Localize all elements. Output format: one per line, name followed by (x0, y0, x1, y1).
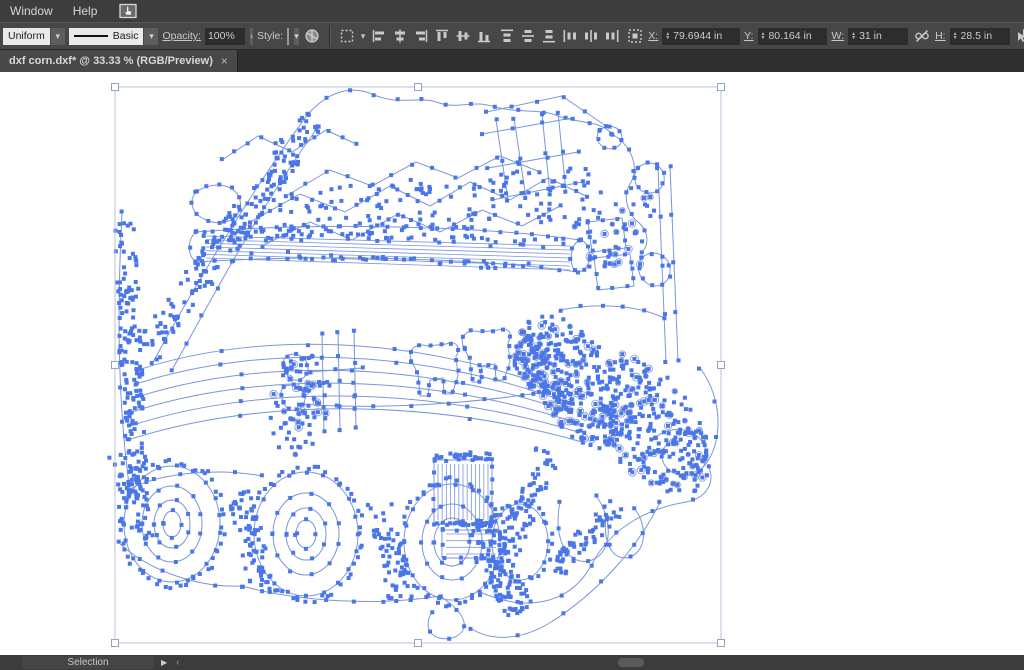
h-field[interactable]: ▲▼ (950, 28, 1010, 45)
selection-handle[interactable] (415, 84, 422, 91)
close-icon[interactable]: × (221, 54, 228, 68)
menu-item-help[interactable]: Help (63, 1, 108, 21)
document-tab-bar: dxf corn.dxf* @ 33.33 % (RGB/Preview) × (0, 50, 1024, 72)
canvas[interactable] (0, 72, 1024, 655)
link-broken-icon[interactable] (912, 27, 931, 46)
style-swatch[interactable] (287, 28, 289, 45)
align-left-icon[interactable] (369, 27, 388, 46)
separator (329, 26, 331, 46)
spinner-icon[interactable]: ▲▼ (665, 32, 670, 41)
control-bar: Uniform ▾ Basic ▾ Opacity: › Style: ▾ ▾ … (0, 22, 1024, 50)
align-v-center-icon[interactable] (453, 27, 472, 46)
spinner-icon[interactable]: ▲▼ (851, 32, 856, 41)
w-input[interactable] (859, 30, 905, 42)
artwork-svg[interactable] (0, 72, 1024, 655)
selection-handle[interactable] (112, 362, 119, 369)
h-input[interactable] (961, 30, 1007, 42)
x-label[interactable]: X: (648, 30, 658, 42)
y-field[interactable]: ▲▼ (758, 28, 828, 45)
w-label[interactable]: W: (831, 30, 844, 42)
selection-handle[interactable] (112, 84, 119, 91)
menu-item-window[interactable]: Window (0, 1, 63, 21)
align-bottom-icon[interactable] (474, 27, 493, 46)
variable-width-dropdown[interactable]: Uniform ▾ (3, 28, 65, 45)
align-h-center-icon[interactable] (390, 27, 409, 46)
stroke-style-value: Basic (113, 30, 139, 42)
selection-handle[interactable] (718, 640, 725, 647)
distribute-bottom-icon[interactable] (539, 27, 558, 46)
selection-handle[interactable] (112, 640, 119, 647)
w-field[interactable]: ▲▼ (848, 28, 908, 45)
selection-handle[interactable] (415, 640, 422, 647)
pointer-box-icon[interactable] (1014, 27, 1024, 46)
recolor-icon[interactable] (303, 27, 322, 46)
status-tool-label[interactable]: Selection (22, 656, 154, 669)
chevron-down-icon[interactable]: ▾ (361, 31, 366, 42)
horizontal-scrollbar-thumb[interactable] (618, 658, 644, 667)
distribute-top-icon[interactable] (497, 27, 516, 46)
variable-width-value[interactable]: Uniform (3, 28, 50, 45)
align-top-icon[interactable] (432, 27, 451, 46)
document-tab[interactable]: dxf corn.dxf* @ 33.33 % (RGB/Preview) × (0, 50, 238, 72)
h-label[interactable]: H: (935, 30, 946, 42)
y-label[interactable]: Y: (744, 30, 753, 42)
spinner-icon[interactable]: ▲▼ (953, 32, 958, 41)
stroke-style-dropdown[interactable]: Basic ▾ (69, 28, 159, 45)
spinner-icon[interactable]: ▲▼ (761, 32, 766, 41)
opacity-input[interactable] (208, 30, 242, 42)
status-bar: Selection ▶ ‹ (0, 655, 1024, 670)
distribute-left-icon[interactable] (560, 27, 579, 46)
x-field[interactable]: ▲▼ (662, 28, 740, 45)
opacity-field[interactable] (205, 28, 245, 45)
opacity-expand-icon[interactable]: › (250, 28, 253, 45)
align-right-icon[interactable] (411, 27, 430, 46)
selection-handle[interactable] (718, 84, 725, 91)
distribute-h-center-icon[interactable] (581, 27, 600, 46)
y-input[interactable] (768, 30, 824, 42)
stroke-preview (74, 35, 108, 37)
scrollbar-left-arrow-icon[interactable]: ‹ (176, 657, 179, 668)
chevron-down-icon[interactable]: ▾ (51, 28, 65, 45)
chevron-down-icon[interactable]: ▾ (294, 28, 299, 45)
menu-bar: Window Help (0, 0, 1024, 22)
align-to-selection-icon[interactable] (625, 27, 644, 46)
style-label: Style: (257, 30, 283, 42)
distribute-right-icon[interactable] (602, 27, 621, 46)
opacity-label[interactable]: Opacity: (162, 30, 201, 42)
document-tab-title: dxf corn.dxf* @ 33.33 % (RGB/Preview) (9, 55, 213, 67)
selection-handle[interactable] (718, 362, 725, 369)
status-play-icon[interactable]: ▶ (161, 658, 167, 667)
chevron-down-icon[interactable]: ▾ (144, 28, 158, 45)
distribute-v-center-icon[interactable] (518, 27, 537, 46)
x-input[interactable] (673, 30, 737, 42)
touch-workspace-icon[interactable] (117, 3, 141, 20)
transform-grid-icon[interactable] (338, 27, 357, 46)
